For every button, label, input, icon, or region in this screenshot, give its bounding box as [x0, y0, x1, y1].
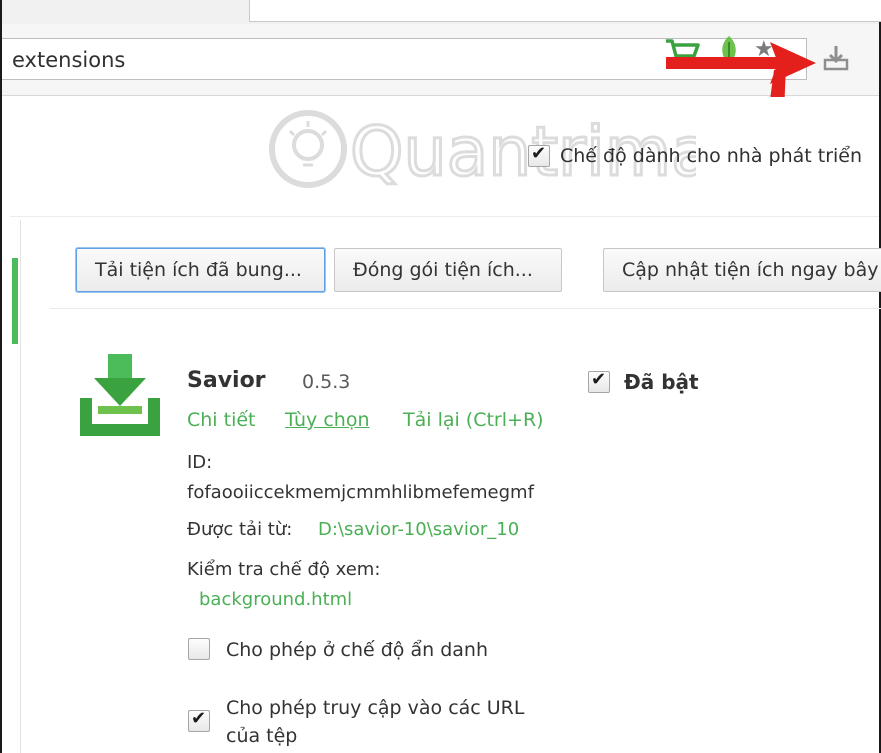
- load-unpacked-button[interactable]: Tải tiện ích đã bung...: [76, 248, 325, 292]
- address-bar-text: extensions: [12, 48, 126, 72]
- extension-id-label: ID:: [187, 452, 213, 473]
- developer-mode-label: Chế độ dành cho nhà phát triển: [560, 145, 863, 167]
- extension-id-value: fofaooiiccekmemjcmmhlibmefemegmf: [187, 482, 534, 503]
- inspect-views-label: Kiểm tra chế độ xem:: [187, 559, 381, 580]
- extension-enabled-toggle[interactable]: Đã bật: [588, 369, 699, 394]
- loaded-from-label: Được tải từ:: [187, 519, 293, 540]
- allow-file-urls-label-line2: của tệp: [226, 725, 298, 747]
- pack-extension-button[interactable]: Đóng gói tiện ích...: [334, 248, 562, 292]
- update-extensions-button[interactable]: Cập nhật tiện ích ngay bây: [603, 248, 881, 292]
- allow-file-urls-label-line1: Cho phép truy cập vào các URL: [226, 697, 525, 719]
- background-page-link[interactable]: background.html: [199, 589, 352, 610]
- developer-mode-toggle[interactable]: Chế độ dành cho nhà phát triển: [528, 143, 863, 167]
- browser-toolbar: extensions ★: [2, 24, 879, 112]
- allow-incognito-label: Cho phép ở chế độ ẩn danh: [226, 639, 488, 661]
- sidebar-active-indicator: [12, 258, 18, 344]
- allow-file-urls-checkbox[interactable]: [188, 708, 210, 732]
- options-link[interactable]: Tùy chọn: [285, 409, 369, 431]
- section-divider: [50, 308, 881, 309]
- allow-incognito-option[interactable]: Cho phép ở chế độ ẩn danh: [188, 638, 488, 664]
- tab-strip: [2, 0, 881, 24]
- allow-file-urls-option[interactable]: Cho phép truy cập vào các URL của tệp: [188, 694, 524, 750]
- extension-enabled-label: Đã bật: [624, 370, 699, 394]
- loaded-from-path-link[interactable]: D:\savior-10\savior_10: [318, 519, 519, 540]
- sidebar-divider: [20, 220, 21, 753]
- savior-download-icon: [80, 354, 160, 436]
- extensions-page-header: Quantrimang Chế độ dành cho nhà phát tri…: [10, 97, 879, 217]
- allow-file-urls-label: Cho phép truy cập vào các URL của tệp: [226, 694, 524, 750]
- extension-enabled-checkbox[interactable]: [588, 369, 610, 393]
- allow-incognito-checkbox[interactable]: [188, 638, 210, 660]
- developer-mode-checkbox[interactable]: [528, 143, 550, 167]
- reload-link[interactable]: Tải lại (Ctrl+R): [403, 409, 544, 431]
- extension-name: Savior: [187, 368, 266, 393]
- download-extension-icon[interactable]: [822, 44, 850, 72]
- tab-edge: [249, 0, 881, 22]
- details-link[interactable]: Chi tiết: [187, 409, 256, 431]
- extension-version: 0.5.3: [302, 371, 351, 393]
